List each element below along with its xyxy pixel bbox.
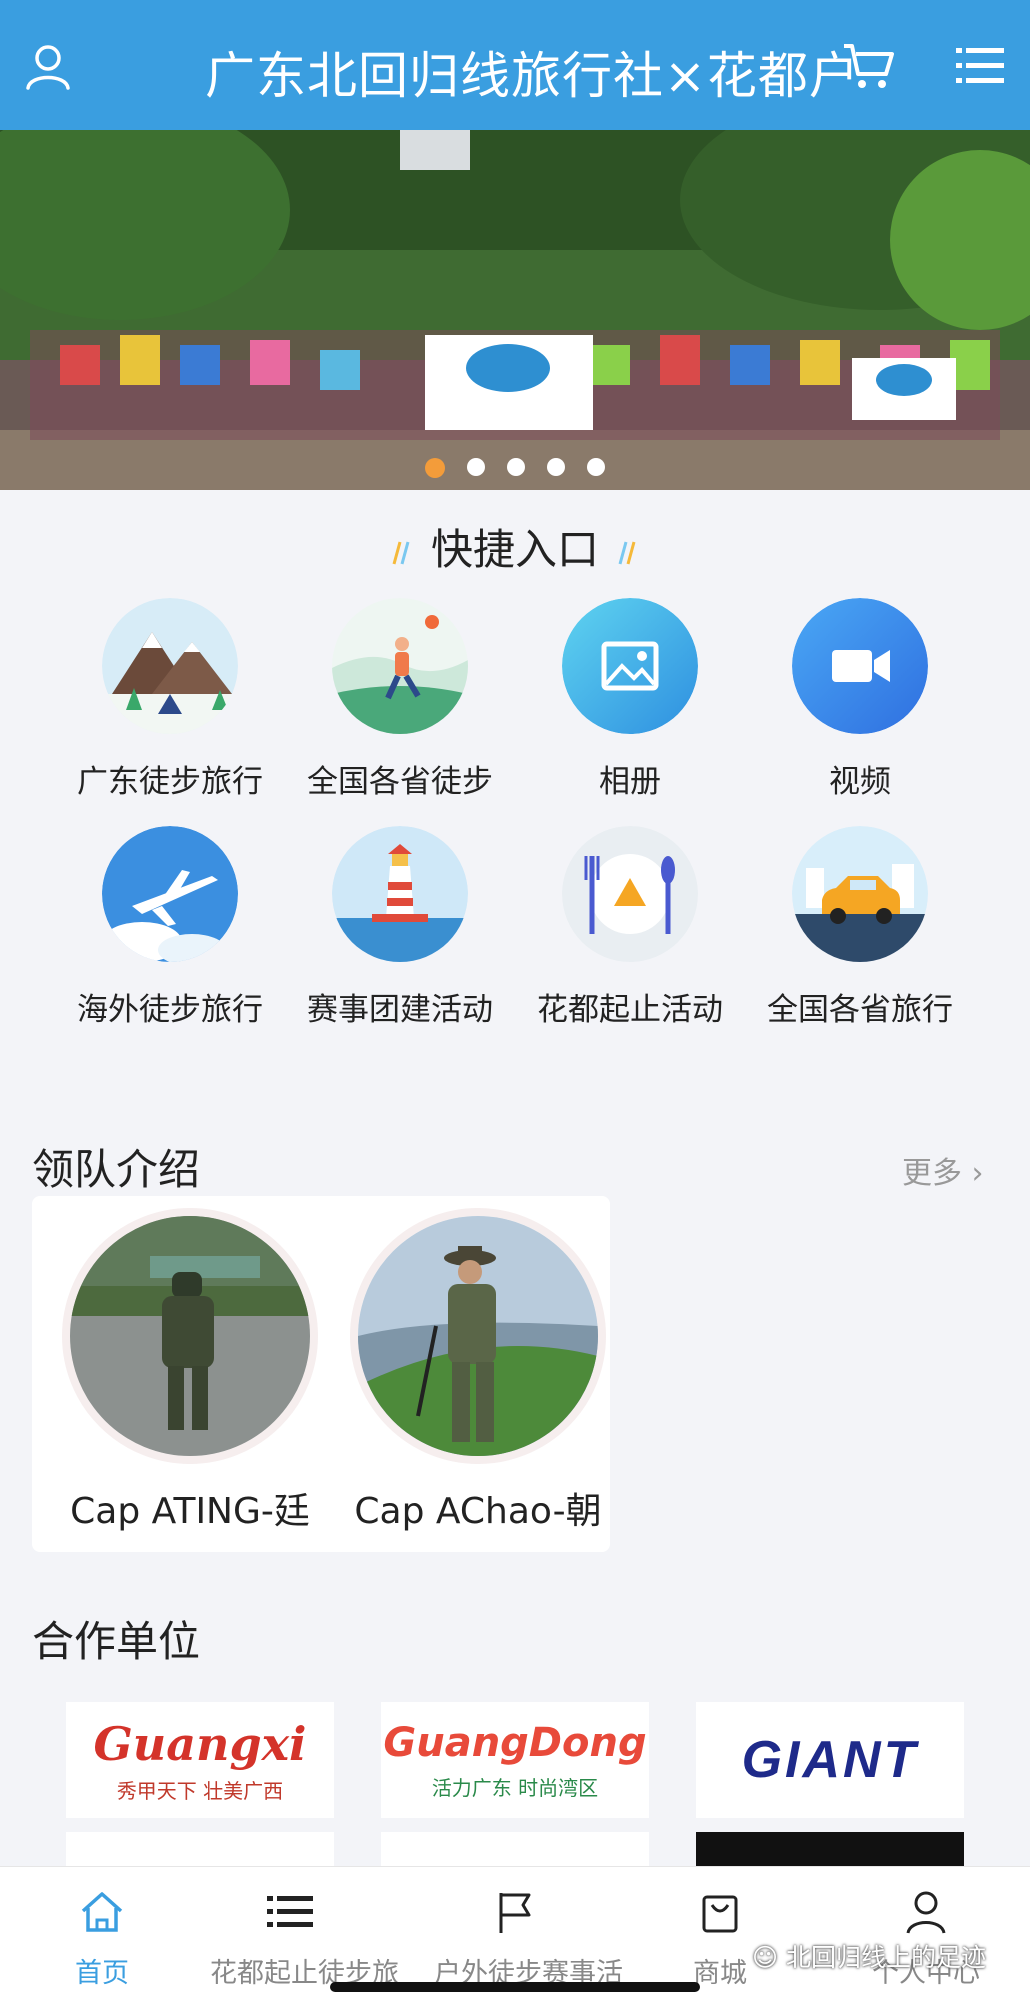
carousel-dot[interactable] xyxy=(467,458,485,476)
carousel-dot[interactable] xyxy=(507,458,525,476)
quick-item-label: 赛事团建活动 xyxy=(307,992,493,1028)
quick-item-label: 全国各省徒步 xyxy=(307,764,493,800)
menu-icon[interactable] xyxy=(954,40,1006,92)
quick-item-label: 视频 xyxy=(829,764,891,800)
quick-entry-title: 快捷入口 xyxy=(430,525,599,574)
app-title: 广东北回归线旅行社×花都户 xyxy=(205,47,860,105)
quick-entry-grid: 广东徒步旅行 全国各省徒步 相册 视频 海外徒步旅行 赛事团建活动 花都起止活动… xyxy=(30,598,1000,1038)
quick-item-national-hiking[interactable]: 全国各省徒步 xyxy=(285,598,515,801)
leader-avatar xyxy=(62,1208,318,1464)
car-icon xyxy=(792,826,928,962)
hero-banner[interactable] xyxy=(0,130,1030,490)
carousel-dot[interactable] xyxy=(425,458,445,478)
partner-logo-guangdong[interactable]: GuangDong 活力广东 时尚湾区 xyxy=(381,1702,649,1818)
cart-icon[interactable] xyxy=(842,40,894,92)
runner-icon xyxy=(332,598,468,734)
carousel-dot[interactable] xyxy=(547,458,565,476)
flag-icon xyxy=(499,1893,531,1933)
partner-logo-text: GIANT xyxy=(741,1731,919,1789)
leader-avatar xyxy=(350,1208,606,1464)
partner-tagline: 秀甲天下 壮美广西 xyxy=(116,1778,284,1803)
quick-item-huadu-events[interactable]: 花都起止活动 xyxy=(515,826,745,1029)
quick-item-label: 海外徒步旅行 xyxy=(77,992,263,1028)
tab-outdoor-events[interactable]: 户外徒步赛事活 xyxy=(434,1887,623,1990)
home-indicator[interactable] xyxy=(330,1982,700,1992)
carousel-dot[interactable] xyxy=(587,458,605,476)
partner-logo-partial[interactable] xyxy=(696,1832,964,1866)
sparkle-left-icon xyxy=(392,541,410,564)
leaders-card: Cap ATING-廷 Cap AChao-朝 xyxy=(32,1196,610,1552)
quick-item-team-events[interactable]: 赛事团建活动 xyxy=(285,826,515,1029)
quick-item-national-travel[interactable]: 全国各省旅行 xyxy=(745,826,975,1029)
partner-logo-partial[interactable] xyxy=(66,1832,334,1866)
quick-item-video[interactable]: 视频 xyxy=(745,598,975,801)
dining-icon xyxy=(562,826,698,962)
leader-item[interactable]: Cap ATING-廷 xyxy=(62,1208,318,1534)
top-header: 广东北回归线旅行社×花都户 xyxy=(0,0,1030,130)
person-icon xyxy=(906,1891,946,1934)
partners-heading: 合作单位 xyxy=(32,1617,201,1666)
quick-item-label: 全国各省旅行 xyxy=(767,992,953,1028)
watermark-text: 北回归线上的足迹 xyxy=(786,1943,987,1972)
quick-entry-heading: 快捷入口 xyxy=(0,516,1030,577)
group-photo xyxy=(0,130,1030,490)
tab-home[interactable]: 首页 xyxy=(22,1887,182,1990)
shopping-bag-icon xyxy=(702,1895,738,1933)
more-link[interactable]: 更多 › xyxy=(902,1148,984,1192)
partner-logo-guangxi[interactable]: Guangxi 秀甲天下 壮美广西 xyxy=(66,1702,334,1818)
chevron-right-icon: › xyxy=(971,1156,984,1191)
tab-huadu-hiking[interactable]: 花都起止徒步旅 xyxy=(210,1887,399,1990)
partner-logo-text: GuangDong xyxy=(383,1719,647,1766)
mountain-camp-icon xyxy=(102,598,238,734)
partner-tagline: 活力广东 时尚湾区 xyxy=(431,1775,599,1800)
quick-item-guangdong-hiking[interactable]: 广东徒步旅行 xyxy=(55,598,285,801)
sparkle-right-icon xyxy=(618,541,636,564)
user-icon[interactable] xyxy=(22,40,74,92)
watermark: ☺ 北回归线上的足迹 xyxy=(752,1938,986,1974)
airplane-icon xyxy=(102,826,238,966)
partner-logo-giant[interactable]: GIANT xyxy=(696,1702,964,1818)
more-label: 更多 xyxy=(902,1156,962,1191)
leader-name: Cap ATING-廷 xyxy=(70,1491,310,1532)
carousel-indicators xyxy=(0,458,1030,478)
home-icon xyxy=(81,1892,123,1932)
leaders-heading: 领队介绍 xyxy=(32,1145,201,1194)
leader-name: Cap AChao-朝 xyxy=(354,1491,602,1532)
partner-logo-text: Guangxi xyxy=(93,1716,307,1771)
partner-logo-partial[interactable] xyxy=(381,1832,649,1866)
list-icon xyxy=(267,1896,313,1927)
lighthouse-icon xyxy=(332,826,468,962)
quick-item-overseas-hiking[interactable]: 海外徒步旅行 xyxy=(55,826,285,1029)
tab-label: 首页 xyxy=(75,1958,129,1989)
photo-album-icon xyxy=(562,598,698,734)
video-camera-icon xyxy=(792,598,928,734)
quick-item-album[interactable]: 相册 xyxy=(515,598,745,801)
leader-item[interactable]: Cap AChao-朝 xyxy=(350,1208,606,1534)
quick-item-label: 广东徒步旅行 xyxy=(77,764,263,800)
quick-item-label: 相册 xyxy=(599,764,661,800)
wechat-icon: ☺ xyxy=(752,1943,779,1972)
quick-item-label: 花都起止活动 xyxy=(537,992,723,1028)
